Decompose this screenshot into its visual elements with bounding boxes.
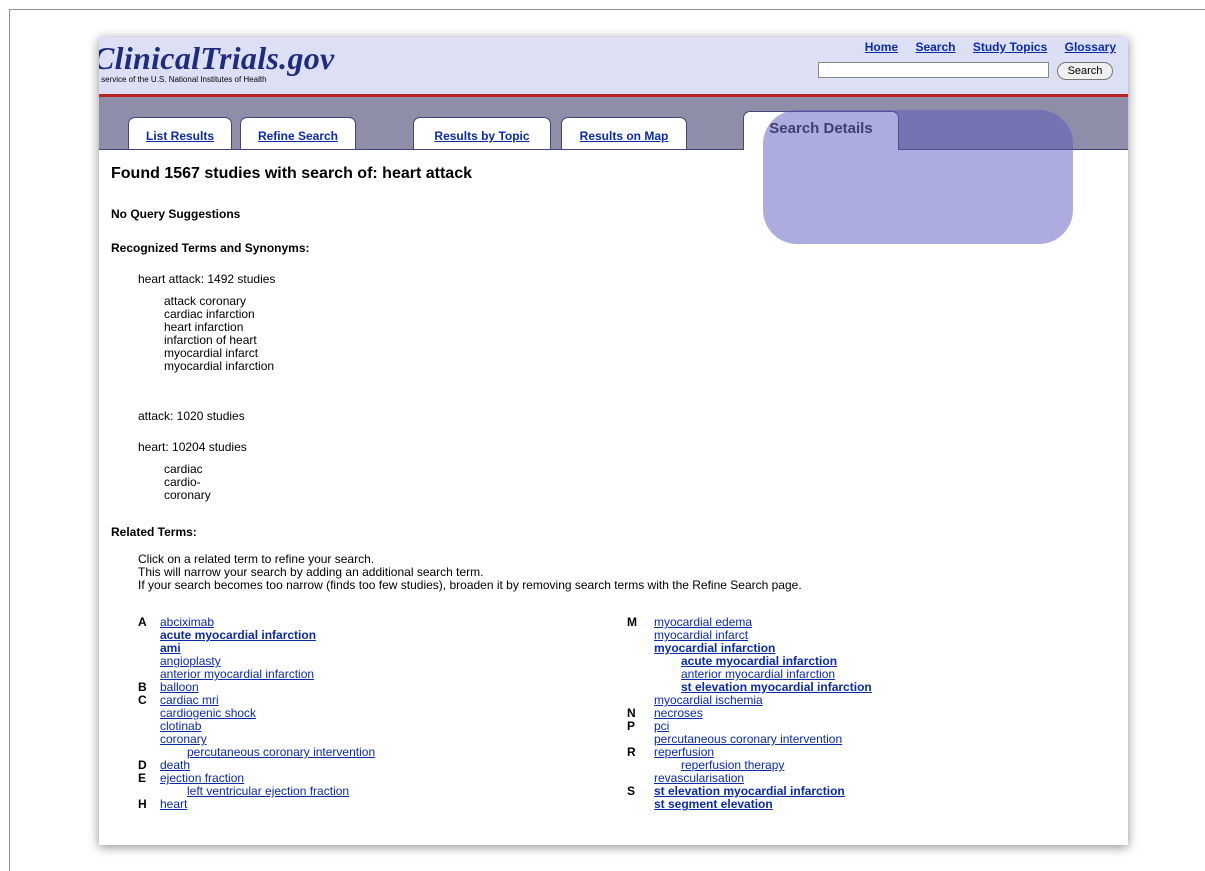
related-term-link[interactable]: heart — [160, 798, 187, 811]
search-button[interactable]: Search — [1057, 62, 1113, 80]
tab-results-by-topic[interactable]: Results by Topic — [413, 117, 551, 149]
alpha-letter: M — [627, 615, 637, 629]
tab-refine-search[interactable]: Refine Search — [240, 117, 356, 149]
alpha-letter: A — [138, 615, 147, 629]
term-heart: heart: 10204 studies — [138, 440, 247, 454]
related-terms-heading: Related Terms: — [111, 525, 197, 539]
top-nav: Home Search Study Topics Glossary — [851, 40, 1116, 54]
term-attack: attack: 1020 studies — [138, 409, 245, 423]
recognized-heading: Recognized Terms and Synonyms: — [111, 241, 310, 255]
site-header: ClinicalTrials.gov A service of the U.S.… — [99, 37, 1128, 97]
alpha-letter: R — [627, 745, 636, 759]
site-tagline: A service of the U.S. National Institute… — [99, 75, 267, 84]
alpha-letter: S — [627, 784, 636, 798]
site-logo[interactable]: ClinicalTrials.gov — [99, 40, 335, 77]
nav-glossary-link[interactable]: Glossary — [1065, 40, 1116, 54]
tab-search-details[interactable]: Search Details — [743, 111, 899, 150]
results-heading: Found 1567 studies with search of: heart… — [111, 165, 472, 182]
page: ClinicalTrials.gov A service of the U.S.… — [99, 37, 1128, 845]
related-term-link[interactable]: acute myocardial infarction — [160, 629, 316, 642]
nav-search-link[interactable]: Search — [915, 40, 955, 54]
tab-bar: List Results Refine Search Results by To… — [99, 97, 1128, 150]
related-term-link[interactable]: percutaneous coronary intervention — [187, 746, 375, 759]
synonym-item: myocardial infarction — [164, 359, 275, 373]
no-suggestions-heading: No Query Suggestions — [111, 207, 241, 221]
alpha-letter: H — [138, 797, 147, 811]
tab-results-on-map-label[interactable]: Results on Map — [580, 129, 669, 143]
alpha-letter: E — [138, 771, 147, 785]
nav-home-link[interactable]: Home — [865, 40, 898, 54]
instruction-line: If your search becomes too narrow (finds… — [138, 578, 802, 592]
nav-study-topics-link[interactable]: Study Topics — [973, 40, 1047, 54]
related-term-link[interactable]: left ventricular ejection fraction — [187, 785, 349, 798]
related-term-link[interactable]: st segment elevation — [654, 798, 773, 811]
term-heart-attack: heart attack: 1492 studies — [138, 272, 276, 286]
tab-results-on-map[interactable]: Results on Map — [561, 117, 687, 149]
tab-list-results[interactable]: List Results — [128, 117, 232, 149]
tab-results-by-topic-label[interactable]: Results by Topic — [434, 129, 529, 143]
tab-list-results-label[interactable]: List Results — [146, 129, 214, 143]
alpha-letter: C — [138, 693, 147, 707]
search-input[interactable] — [818, 62, 1049, 78]
synonym-item: coronary — [164, 488, 211, 502]
tab-refine-search-label[interactable]: Refine Search — [258, 129, 338, 143]
alpha-letter: P — [627, 719, 636, 733]
